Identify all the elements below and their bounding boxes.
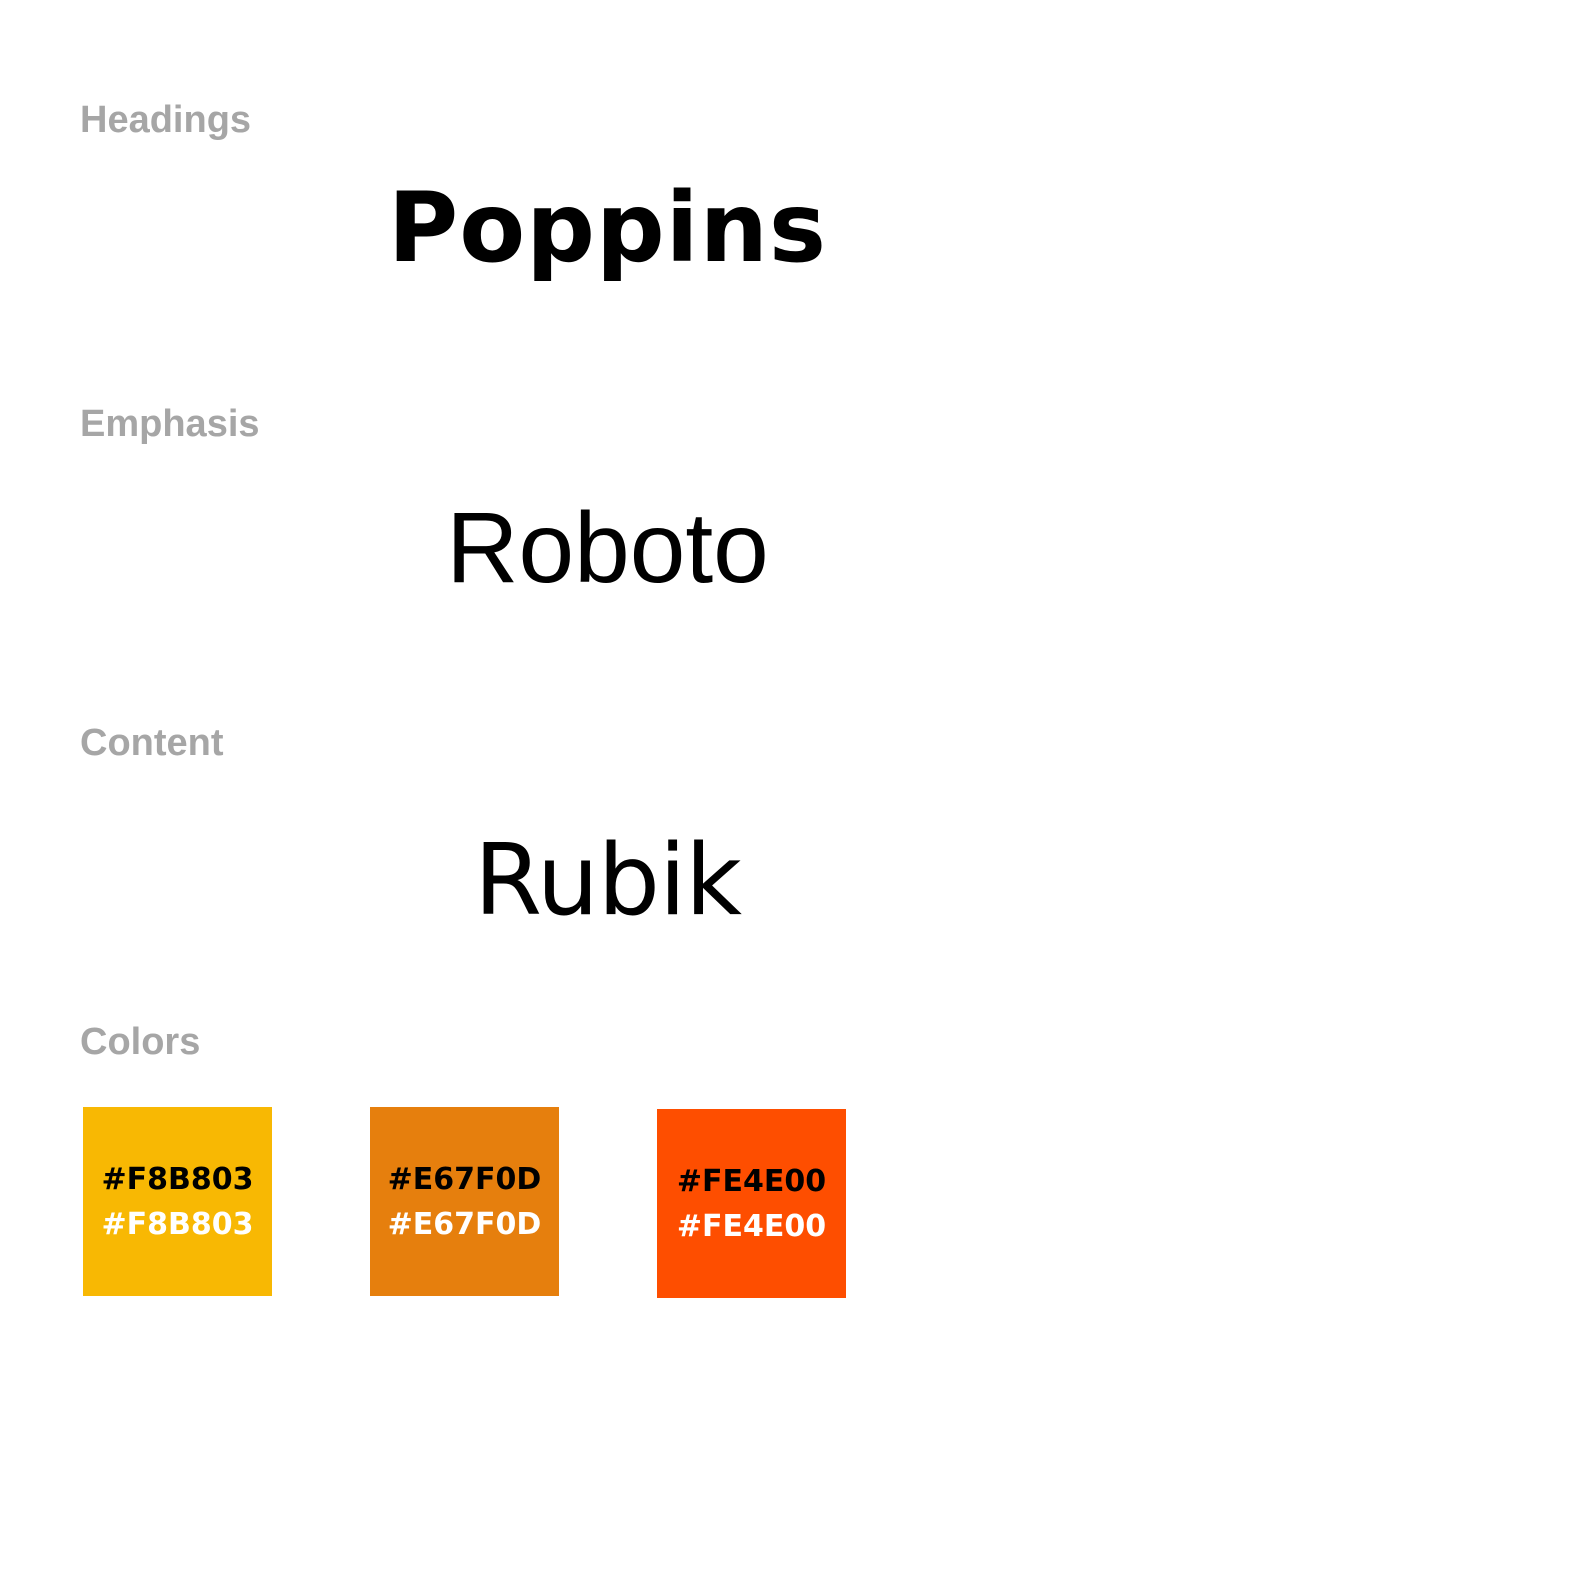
swatch-hex-light: #F8B803 <box>101 1206 254 1242</box>
swatch-hex-dark: #E67F0D <box>387 1161 542 1197</box>
section-label-colors: Colors <box>80 1021 201 1063</box>
section-label-content: Content <box>80 722 224 764</box>
color-swatch-orange: #E67F0D #E67F0D <box>370 1107 559 1296</box>
swatch-hex-light: #FE4E00 <box>676 1208 827 1244</box>
swatch-hex-dark: #F8B803 <box>101 1161 254 1197</box>
section-label-emphasis: Emphasis <box>80 403 260 445</box>
color-swatch-yellow: #F8B803 #F8B803 <box>83 1107 272 1296</box>
swatch-hex-dark: #FE4E00 <box>676 1163 827 1199</box>
swatch-hex-light: #E67F0D <box>387 1206 542 1242</box>
font-sample-emphasis: Roboto <box>446 492 769 604</box>
font-sample-headings: Poppins <box>387 172 828 284</box>
font-sample-content: Rubik <box>474 824 742 938</box>
color-swatch-red-orange: #FE4E00 #FE4E00 <box>657 1109 846 1298</box>
section-label-headings: Headings <box>80 99 252 141</box>
